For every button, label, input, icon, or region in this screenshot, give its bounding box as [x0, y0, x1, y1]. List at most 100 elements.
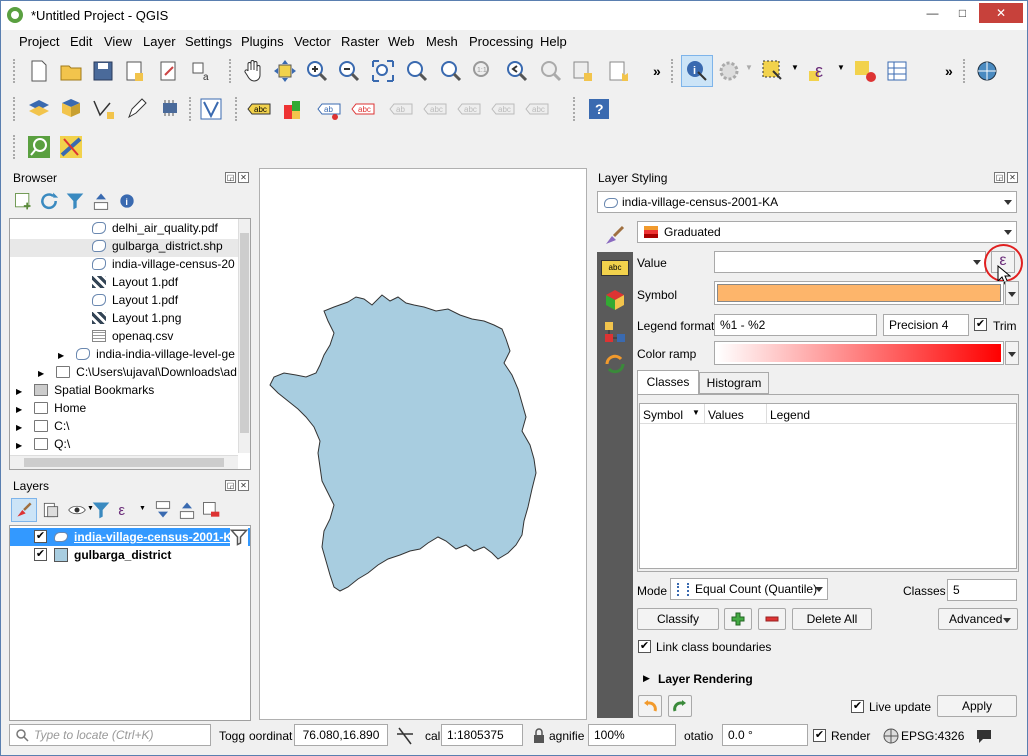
digitize-vertex-icon[interactable]: [91, 97, 115, 121]
visibility-eye-icon[interactable]: [67, 500, 87, 520]
collapse-all-icon[interactable]: [177, 500, 197, 520]
redo-button[interactable]: [668, 695, 692, 717]
menu-mesh[interactable]: Mesh: [426, 34, 458, 49]
browser-item[interactable]: ▶ C:\: [16, 419, 70, 437]
chevron-down-icon[interactable]: ▼: [745, 63, 753, 72]
menu-vector[interactable]: Vector: [294, 34, 331, 49]
refresh-icon[interactable]: [39, 191, 59, 211]
layer-visibility-checkbox[interactable]: ✔: [34, 530, 47, 543]
chevron-down-icon[interactable]: ▼: [139, 505, 146, 512]
scale-combo[interactable]: 1:1805375: [441, 724, 523, 746]
zoom-in-icon[interactable]: [305, 59, 329, 83]
move-label-disabled-icon[interactable]: abc: [457, 97, 481, 121]
new-bookmark-icon[interactable]: [607, 59, 631, 83]
info-icon[interactable]: i: [117, 191, 137, 211]
menu-edit[interactable]: Edit: [70, 34, 92, 49]
expand-arrow-icon[interactable]: ▶: [16, 441, 22, 450]
open-styling-button[interactable]: [11, 498, 37, 522]
history-tab-icon[interactable]: [603, 352, 627, 376]
symbol-dropdown-button[interactable]: [1005, 281, 1019, 305]
toolbar-grip[interactable]: [963, 59, 967, 83]
precision-spinbox[interactable]: Precision 4: [883, 314, 969, 336]
labels-tab-icon[interactable]: abc: [601, 260, 629, 276]
close-panel-button[interactable]: ✕: [1007, 172, 1018, 183]
zoom-out-icon[interactable]: [337, 59, 361, 83]
toggle-extents-label[interactable]: Togg: [219, 729, 245, 743]
menu-web[interactable]: Web: [388, 34, 415, 49]
toolbar-overflow-button-2[interactable]: »: [945, 63, 953, 79]
float-panel-button[interactable]: ◲: [225, 480, 236, 491]
menu-processing[interactable]: Processing: [469, 34, 533, 49]
save-project-icon[interactable]: [91, 59, 115, 83]
browser-item[interactable]: ▶ C:\Users\ujaval\Downloads\ad: [38, 365, 237, 383]
toggle-editing-icon[interactable]: [159, 97, 183, 121]
change-label-disabled-icon[interactable]: abc: [525, 97, 549, 121]
browser-item[interactable]: ▶ india-india-village-level-ge: [58, 347, 235, 365]
pan-to-selection-icon[interactable]: [273, 59, 297, 83]
float-panel-button[interactable]: ◲: [225, 172, 236, 183]
renderer-combo[interactable]: Graduated: [637, 221, 1017, 243]
globe-plugin-icon[interactable]: [975, 59, 999, 83]
collapse-all-icon[interactable]: [91, 191, 111, 211]
filter-legend-icon[interactable]: [91, 500, 111, 520]
column-header-symbol[interactable]: Symbol: [643, 408, 683, 422]
toolbar-grip[interactable]: [229, 59, 233, 83]
toolbar-grip[interactable]: [671, 59, 675, 83]
3d-view-tab-icon[interactable]: [603, 288, 627, 312]
expand-arrow-icon[interactable]: ▶: [38, 369, 44, 378]
zoom-last-icon[interactable]: [505, 59, 529, 83]
browser-item[interactable]: delhi_air_quality.pdf: [92, 221, 218, 239]
layout-manager-icon[interactable]: [157, 59, 181, 83]
mode-combo[interactable]: Equal Count (Quantile): [670, 578, 828, 600]
browser-item[interactable]: ▶ Spatial Bookmarks: [16, 383, 154, 401]
zoom-next-icon[interactable]: [539, 59, 563, 83]
toolbar-grip[interactable]: [235, 97, 239, 121]
chevron-down-icon[interactable]: ▼: [791, 63, 799, 72]
apply-button[interactable]: Apply: [937, 695, 1017, 717]
browser-item[interactable]: Layout 1.png: [92, 311, 181, 329]
add-group-icon[interactable]: [41, 500, 61, 520]
close-button[interactable]: ✕: [979, 3, 1023, 23]
measure-tool-icon[interactable]: [59, 135, 83, 159]
deselect-all-icon[interactable]: [853, 59, 877, 83]
new-geopackage-layer-icon[interactable]: [59, 97, 83, 121]
browser-tree[interactable]: delhi_air_quality.pdf gulbarga_district.…: [9, 218, 251, 470]
legend-format-input[interactable]: %1 - %2: [714, 314, 877, 336]
label-pin-icon[interactable]: ab: [317, 97, 341, 121]
delete-all-button[interactable]: Delete All: [792, 608, 872, 630]
locator-search-icon[interactable]: [27, 135, 51, 159]
toolbar-grip[interactable]: [13, 135, 17, 159]
toolbar-grip[interactable]: [13, 59, 17, 83]
layer-rendering-section[interactable]: Layer Rendering: [658, 672, 753, 686]
select-by-expression-icon[interactable]: ε: [807, 59, 831, 83]
classes-spinbox[interactable]: 5: [947, 579, 1017, 601]
render-checkbox[interactable]: ✔: [813, 729, 826, 742]
pin-label-disabled-icon[interactable]: ab: [389, 97, 413, 121]
layer-visibility-checkbox[interactable]: ✔: [34, 548, 47, 561]
rotation-spinbox[interactable]: 0.0 °: [722, 724, 808, 746]
delete-class-button[interactable]: [758, 608, 786, 630]
diagrams-tab-icon[interactable]: [603, 320, 627, 344]
data-source-manager-icon[interactable]: [27, 97, 51, 121]
value-field-combo[interactable]: [714, 251, 986, 273]
remove-layer-icon[interactable]: [201, 500, 221, 520]
lock-icon[interactable]: [533, 728, 545, 744]
menu-settings[interactable]: Settings: [185, 34, 232, 49]
menu-help[interactable]: Help: [540, 34, 567, 49]
label-highlight-icon[interactable]: abc: [351, 97, 375, 121]
symbology-tab[interactable]: [597, 218, 633, 252]
coordinate-field[interactable]: 76.080,16.890: [294, 724, 388, 746]
show-hide-label-disabled-icon[interactable]: abc: [423, 97, 447, 121]
chevron-down-icon[interactable]: ▼: [837, 63, 845, 72]
crs-label[interactable]: EPSG:4326: [901, 729, 964, 743]
menu-project[interactable]: Project: [19, 34, 59, 49]
filter-expression-icon[interactable]: ε: [115, 500, 135, 520]
label-toolbar-icon[interactable]: abc: [247, 97, 271, 121]
trim-checkbox[interactable]: ✔: [974, 318, 987, 331]
magnifier-spinbox[interactable]: 100%: [588, 724, 676, 746]
browser-item[interactable]: ▶ Home: [16, 401, 86, 419]
classify-button[interactable]: Classify: [637, 608, 719, 630]
browser-item[interactable]: gulbarga_district.shp: [10, 239, 240, 257]
close-panel-button[interactable]: ✕: [238, 480, 249, 491]
zoom-native-icon[interactable]: 1:1: [471, 59, 495, 83]
